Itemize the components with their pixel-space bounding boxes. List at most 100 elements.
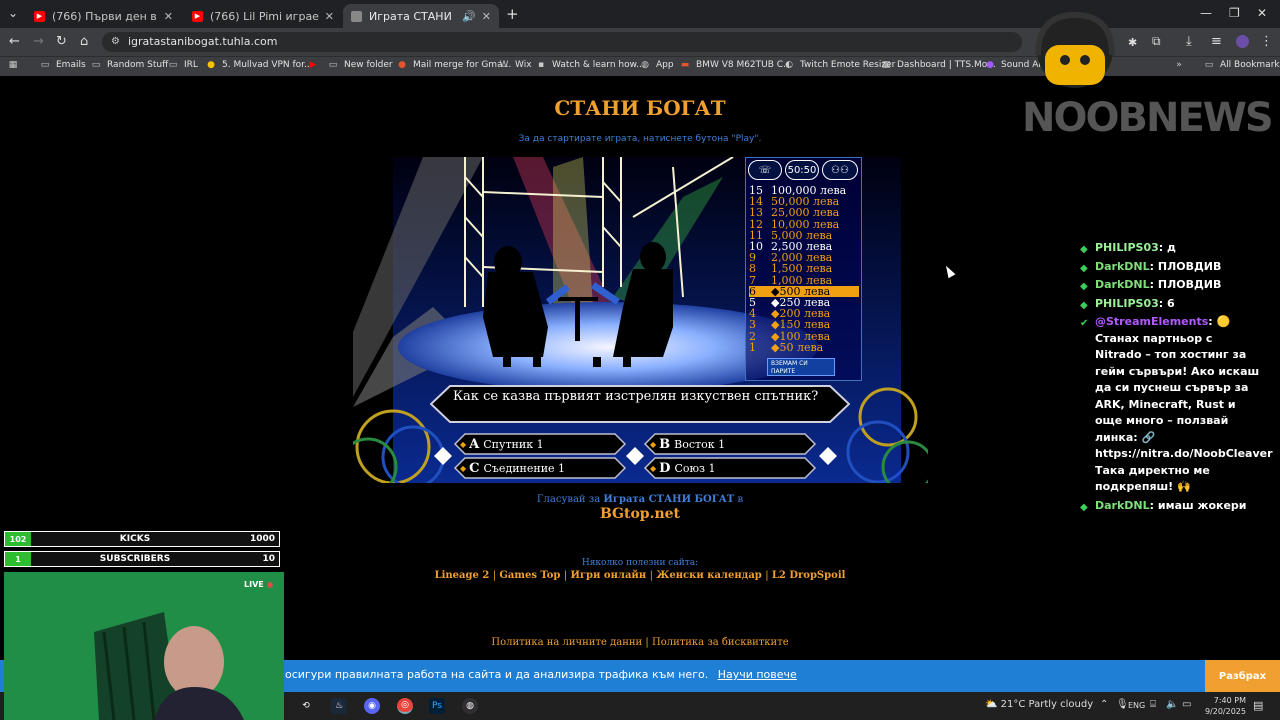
bookmark-wix[interactable]: W Wix: [499, 60, 532, 70]
bookmark-label: New folder: [344, 60, 393, 70]
steam-icon[interactable]: ♨: [331, 698, 347, 714]
cookie-policy-link[interactable]: Политика за бисквитките: [652, 637, 789, 648]
ladder-level-amount: 2,500 лева: [771, 241, 833, 252]
ladder-level-number: 1: [749, 341, 756, 353]
privacy-policy-link[interactable]: Политика на личните данни: [491, 637, 642, 648]
answer-letter: B: [659, 436, 671, 452]
cookie-accept-button[interactable]: Разбрах: [1205, 660, 1280, 692]
chat-text: : 🟡 Станах партньор с Nitrado – топ хост…: [1095, 315, 1273, 493]
bookmark-mullvad[interactable]: ● 5. Mullvad VPN for...: [206, 60, 313, 70]
all-bookmarks[interactable]: ▭ All Bookmarks: [1204, 60, 1280, 70]
obs-icon[interactable]: ◍: [462, 698, 478, 714]
reload-icon[interactable]: ↻: [56, 34, 67, 49]
tab-3-active[interactable]: Играта СТАНИ БОГАТ на Г 🔊 ✕: [343, 4, 499, 28]
bookmark-emails[interactable]: ▭ Emails: [40, 60, 86, 70]
mascot-logo: [1035, 11, 1115, 88]
diamond-icon: ◆: [650, 463, 657, 473]
ladder-level-13: 13 25,000 лева: [749, 207, 859, 218]
audio-icon[interactable]: 🔊: [462, 10, 476, 23]
menu-icon[interactable]: ⋮: [1260, 34, 1273, 49]
bookmark-dashboard[interactable]: ▦ Dashboard | TTS.Mo...: [881, 60, 996, 70]
ladder-level-amount: 50,000 лева: [771, 196, 840, 208]
bookmark-random-stuff[interactable]: ▭ Random Stuff: [91, 60, 169, 70]
language-indicator[interactable]: ENG: [1128, 701, 1145, 710]
new-tab-button[interactable]: +: [506, 5, 519, 23]
tab-search-icon[interactable]: ⌄: [8, 6, 18, 20]
discord-icon[interactable]: ◉: [364, 698, 380, 714]
answer-text: Спутник 1: [483, 437, 544, 451]
microphone-icon[interactable]: 🎙: [1116, 699, 1129, 710]
answer-d[interactable]: ◆ D Союз 1: [650, 458, 716, 478]
bgtop-link[interactable]: BGtop.net: [540, 506, 740, 522]
tab-1[interactable]: ▶ (766) Първи ден в университет ✕: [26, 4, 181, 28]
answer-c[interactable]: ◆ C Съединение 1: [460, 458, 565, 478]
extensions-puzzle-icon[interactable]: ⧉: [1152, 34, 1161, 49]
link-games-online[interactable]: Игри онлайн: [570, 570, 646, 581]
chat-text: : 6: [1158, 296, 1175, 310]
ladder-level-9: 9 2,000 лева: [749, 252, 859, 263]
useful-sites-links: Lineage 2 | Games Top | Игри онлайн | Же…: [300, 570, 980, 581]
learn-more-link[interactable]: Научи повече: [718, 668, 797, 681]
page-title: СТАНИ БОГАТ: [554, 96, 726, 120]
ladder-level-number: 2: [749, 330, 756, 342]
chat-text: : ПЛОВДИВ: [1149, 259, 1222, 273]
bookmark-app[interactable]: ◍ App: [640, 60, 674, 70]
ask-audience-lifeline[interactable]: ⚇⚇: [822, 160, 858, 180]
volume-icon[interactable]: 🔈: [1166, 699, 1178, 710]
phone-a-friend-lifeline[interactable]: ☏: [748, 160, 782, 180]
answer-b[interactable]: ◆ B Восток 1: [650, 434, 725, 454]
taskbar-app-icon[interactable]: ⟲: [298, 698, 314, 714]
chrome-icon[interactable]: ◎: [397, 698, 413, 714]
bookmark-bmw[interactable]: ▬ BMW V8 M62TUB C...: [680, 60, 792, 70]
photoshop-icon[interactable]: Ps: [429, 698, 445, 714]
tray-overflow-icon[interactable]: ⌃: [1100, 699, 1108, 710]
notification-icon[interactable]: ▤: [1253, 699, 1263, 712]
weather-widget[interactable]: ⛅ 21°C Partly cloudy: [985, 699, 1093, 710]
mouse-cursor: [942, 263, 956, 279]
bookmarks-overflow-icon[interactable]: »: [1174, 60, 1190, 70]
network-icon[interactable]: ⌸: [1150, 699, 1156, 710]
back-icon[interactable]: ←: [9, 34, 20, 49]
restore-icon[interactable]: ❐: [1229, 6, 1240, 20]
folder-icon: ▭: [1204, 60, 1214, 70]
close-window-icon[interactable]: ✕: [1257, 6, 1267, 20]
link-l2-dropspoil[interactable]: L2 DropSpoil: [772, 570, 846, 581]
bookmark-youtube[interactable]: ▶: [308, 60, 324, 70]
bookmark-new-folder[interactable]: ▭ New folder: [328, 60, 393, 70]
bookmark-watch-learn[interactable]: ▪ Watch & learn how...: [536, 60, 645, 70]
minimize-icon[interactable]: —: [1200, 6, 1212, 20]
vote-prefix: Гласувай за: [536, 494, 601, 505]
bookmark-twitch-emote[interactable]: ◐ Twitch Emote Resizer: [784, 60, 895, 70]
vote-game-name[interactable]: Играта СТАНИ БОГАТ: [603, 494, 734, 505]
link-women-calendar[interactable]: Женски календар: [656, 570, 762, 581]
forward-icon[interactable]: →: [33, 34, 44, 49]
link-lineage2[interactable]: Lineage 2: [435, 570, 490, 581]
answer-a[interactable]: ◆ A Спутник 1: [460, 434, 544, 454]
fifty-fifty-label: 50:50: [787, 164, 817, 176]
battery-icon[interactable]: ▭: [1182, 699, 1191, 710]
download-icon[interactable]: ⤓: [1186, 34, 1192, 49]
tab-2[interactable]: ▶ (766) Lil Pimi играе СТАНИ ✕: [184, 4, 342, 28]
home-icon[interactable]: ⌂: [80, 34, 88, 49]
walk-away-button[interactable]: ВЗЕМАМ СИ ПАРИТЕ: [767, 358, 835, 376]
profile-avatar[interactable]: [1236, 35, 1249, 48]
close-icon[interactable]: ✕: [164, 10, 173, 23]
clock[interactable]: 7:40 PM 9/20/2025: [1200, 695, 1246, 717]
close-icon[interactable]: ✕: [482, 10, 491, 23]
bookmark-irl[interactable]: ▭ IRL: [168, 60, 198, 70]
extension-icon[interactable]: ✱: [1128, 36, 1137, 49]
url-text[interactable]: igratastanibogat.tuhla.com: [128, 35, 277, 48]
bookmark-mail-merge[interactable]: ● Mail merge for Gma...: [397, 60, 511, 70]
fifty-fifty-lifeline[interactable]: 50:50: [785, 160, 819, 180]
ladder-level-number: 7: [749, 274, 756, 286]
site-info-icon[interactable]: ⚙: [111, 36, 120, 47]
mail-icon: ●: [398, 60, 406, 70]
play-hint: За да стартирате играта, натиснете бутон…: [518, 134, 762, 144]
link-games-top[interactable]: Games Top: [499, 570, 560, 581]
ladder-level-amount: ◆100 лева: [771, 330, 831, 342]
close-icon[interactable]: ✕: [325, 10, 334, 23]
bookmark-label: App: [656, 60, 674, 70]
media-control-icon[interactable]: ≡: [1211, 34, 1222, 49]
apps-icon[interactable]: ▦: [8, 60, 24, 70]
diamond-icon: ◆: [460, 463, 467, 473]
